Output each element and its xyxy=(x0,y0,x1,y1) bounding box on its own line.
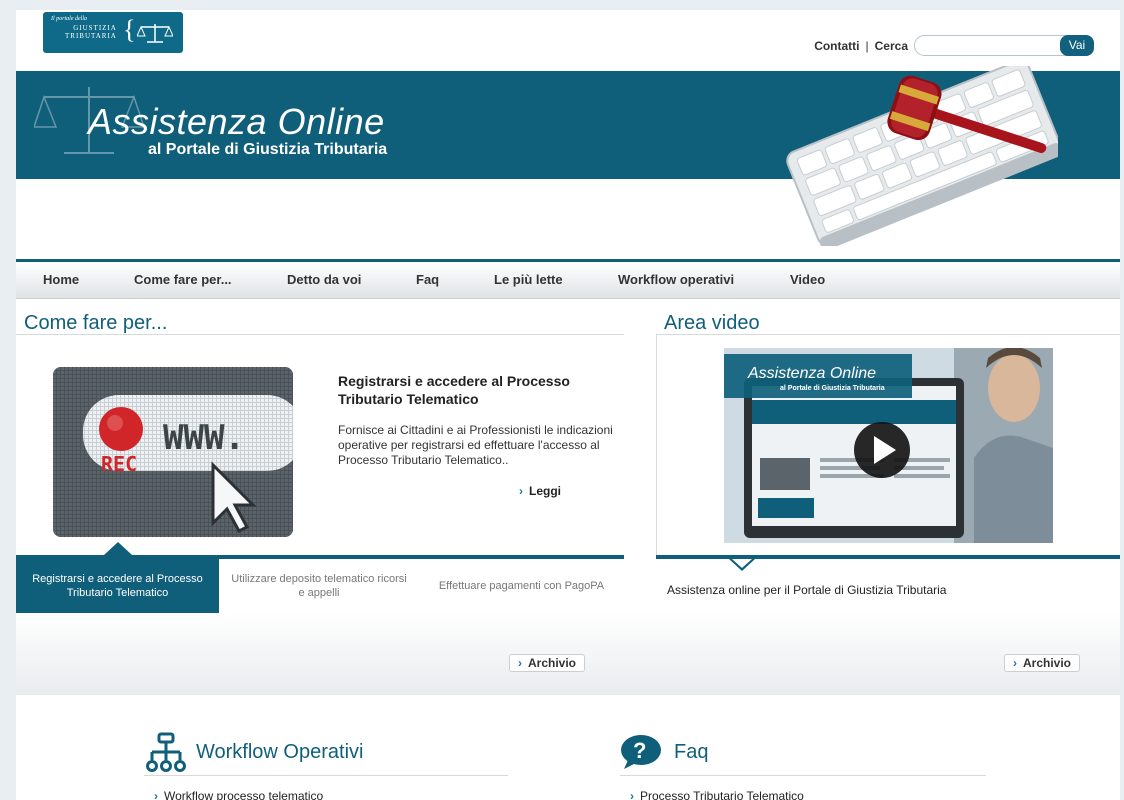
top-links-separator: | xyxy=(865,39,869,53)
come-fare-archive-button[interactable]: › Archivio xyxy=(509,654,586,672)
workflow-icon xyxy=(146,732,186,772)
workflow-title: Workflow Operativi xyxy=(196,741,364,763)
workflow-divider xyxy=(144,775,508,776)
search-button[interactable]: Vai xyxy=(1060,35,1094,56)
come-fare-divider xyxy=(16,334,624,335)
logo-tagline: Il portale della xyxy=(51,16,87,22)
video-overlay-title: Assistenza Online xyxy=(747,365,876,382)
tab-registrarsi[interactable]: Registrarsi e accedere al Processo Tribu… xyxy=(16,559,219,613)
active-tab-pointer xyxy=(104,542,132,555)
nav-item-video[interactable]: Video xyxy=(790,272,825,287)
cerca-label: Cerca xyxy=(874,39,908,53)
chevron-right-icon: › xyxy=(630,789,634,800)
svg-text:?: ? xyxy=(633,738,646,763)
keyboard-gavel-illustration xyxy=(786,66,1058,246)
article-thumbnail[interactable]: REC WWW. xyxy=(53,367,293,537)
video-pointer-inner xyxy=(732,559,752,568)
logo-brace: { xyxy=(123,15,136,44)
www-rec-image: REC WWW. xyxy=(53,367,293,537)
faq-divider xyxy=(620,775,986,776)
banner-subtitle: al Portale di Giustizia Tributaria xyxy=(148,141,388,158)
www-label: WWW. xyxy=(163,418,245,458)
faq-icon: ? xyxy=(621,735,661,769)
tab-deposito-telematico[interactable]: Utilizzare deposito telematico ricorsi e… xyxy=(219,559,419,613)
top-links: Contatti | Cerca xyxy=(814,39,908,53)
main-nav: Home Come fare per... Detto da voi Faq L… xyxy=(16,262,1120,299)
leggi-link[interactable]: › Leggi xyxy=(519,484,561,498)
video-caption[interactable]: Assistenza online per il Portale di Gius… xyxy=(667,583,946,597)
come-fare-title: Come fare per... xyxy=(24,312,168,334)
nav-item-detto-da-voi[interactable]: Detto da voi xyxy=(287,272,361,287)
article-description: Fornisce ai Cittadini e ai Professionist… xyxy=(338,423,613,467)
chevron-right-icon: › xyxy=(519,484,523,498)
nav-item-workflow[interactable]: Workflow operativi xyxy=(618,272,734,287)
video-archive-button[interactable]: › Archivio xyxy=(1004,654,1081,672)
top-bar: Il portale della GIUSTIZIA TRIBUTARIA { … xyxy=(16,10,1120,72)
video-bar xyxy=(656,555,1120,559)
tab-pagopa[interactable]: Effettuare pagamenti con PagoPA xyxy=(419,559,624,613)
scales-icon xyxy=(137,24,173,43)
video-overlay-subtitle: al Portale di Giustizia Tributaria xyxy=(780,385,885,392)
chevron-right-icon: › xyxy=(1013,656,1017,670)
page: Il portale della GIUSTIZIA TRIBUTARIA { … xyxy=(16,10,1120,800)
video-player[interactable]: Assistenza Online al Portale di Giustizi… xyxy=(724,348,1053,543)
banner-title: Assistenza Online xyxy=(88,101,385,142)
contatti-link[interactable]: Contatti xyxy=(814,39,859,53)
chevron-right-icon: › xyxy=(154,789,158,800)
nav-item-piu-lette[interactable]: Le più lette xyxy=(494,272,563,287)
area-video-title: Area video xyxy=(664,312,760,334)
faq-link[interactable]: › Processo Tributario Telematico xyxy=(630,789,804,800)
site-logo[interactable]: Il portale della GIUSTIZIA TRIBUTARIA { xyxy=(43,12,183,53)
workflow-link[interactable]: › Workflow processo telematico xyxy=(154,789,323,800)
video-thumbnail: Assistenza Online al Portale di Giustizi… xyxy=(724,348,1053,543)
nav-item-faq[interactable]: Faq xyxy=(416,272,439,287)
article-title[interactable]: Registrarsi e accedere al Processo Tribu… xyxy=(338,372,598,408)
nav-item-come-fare[interactable]: Come fare per... xyxy=(134,272,232,287)
nav-item-home[interactable]: Home xyxy=(43,272,79,287)
chevron-right-icon: › xyxy=(518,656,522,670)
faq-title: Faq xyxy=(674,741,709,763)
rec-label: REC xyxy=(101,452,137,476)
logo-text: GIUSTIZIA TRIBUTARIA xyxy=(65,24,117,40)
